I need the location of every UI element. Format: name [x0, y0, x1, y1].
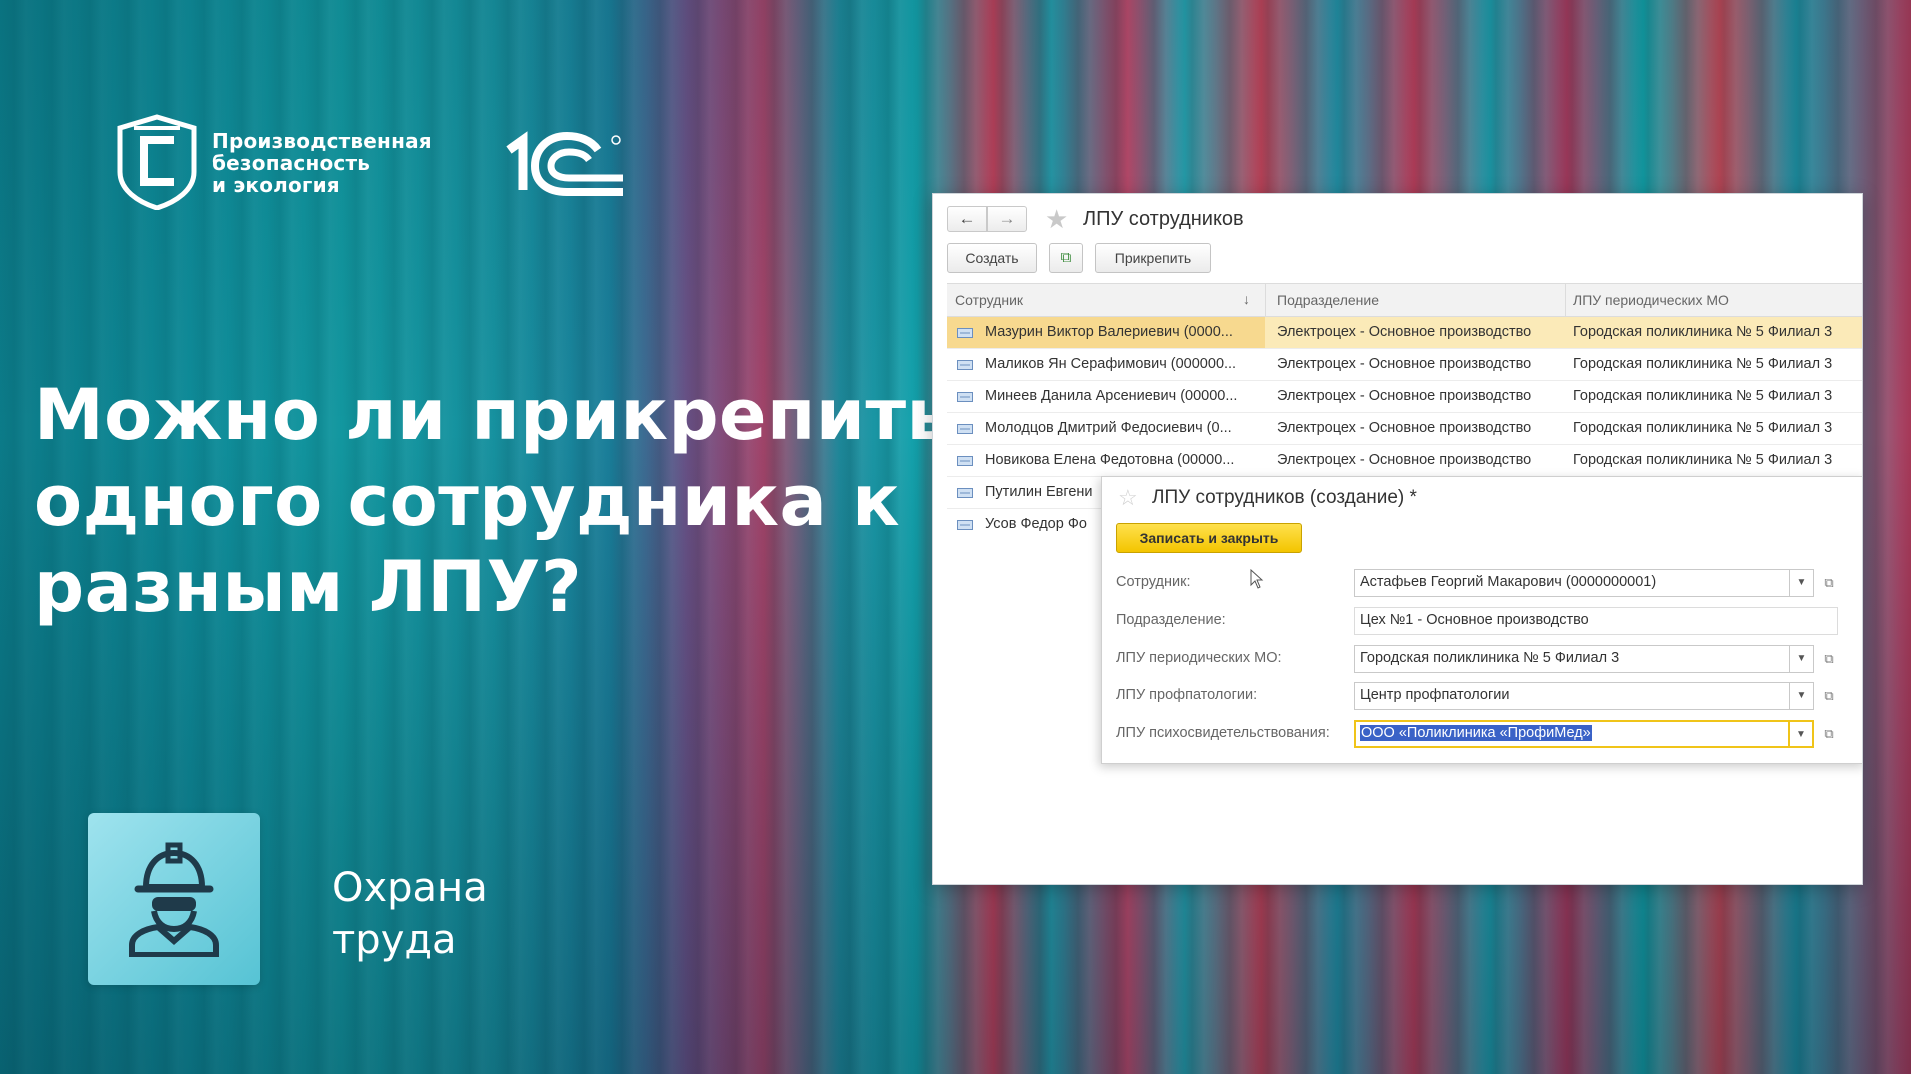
cell-lpu: Городская поликлиника № 5 Филиал 3 [1573, 452, 1833, 468]
favorite-star-icon[interactable]: ★ [1045, 204, 1068, 234]
worker-helmet-icon [129, 842, 219, 957]
chevron-down-icon[interactable]: ▼ [1790, 569, 1814, 597]
cell-department: Электроцех - Основное производство [1277, 452, 1532, 468]
cell-lpu: Городская поликлиника № 5 Филиал 3 [1573, 420, 1833, 436]
table-row[interactable]: Новикова Елена Федотовна (00000... Элект… [947, 445, 1862, 477]
cell-employee: Маликов Ян Серафимович (000000... [985, 356, 1237, 372]
headline-line-1: Можно ли прикрепить [34, 374, 952, 456]
record-icon [957, 424, 973, 434]
field-label: ЛПУ периодических МО: [1116, 650, 1282, 666]
field-label: Сотрудник: [1116, 574, 1191, 590]
lpu-profpathology-input[interactable]: Центр профпатологии [1354, 682, 1790, 710]
copy-button[interactable]: ⧉ [1049, 243, 1083, 273]
cell-department: Электроцех - Основное производство [1277, 388, 1532, 404]
brand-logo: Производственная безопасность и экология [114, 114, 434, 214]
field-lpu-profpathology: ЛПУ профпатологии: Центр профпатологии ▼… [1116, 682, 1856, 710]
open-icon[interactable]: ⧉ [1820, 725, 1838, 743]
brand-line-1: Производственная [212, 129, 432, 153]
brand-line-3: и экология [212, 173, 340, 197]
field-department: Подразделение: Цех №1 - Основное произво… [1116, 607, 1856, 635]
back-button[interactable]: ← [947, 206, 987, 232]
window-title: ЛПУ сотрудников [1083, 208, 1244, 230]
headline-line-2: одного сотрудника к [34, 460, 901, 542]
save-and-close-button[interactable]: Записать и закрыть [1116, 523, 1302, 553]
headline: Можно ли прикрепить одного сотрудника к … [34, 372, 952, 630]
employee-input[interactable]: Астафьев Георгий Макарович (0000000001) [1354, 569, 1790, 597]
logo-1c-icon [506, 131, 623, 196]
sort-arrow-icon: ↓ [1243, 291, 1250, 307]
cell-employee: Мазурин Виктор Валериевич (0000... [947, 317, 1265, 348]
record-icon [957, 392, 973, 402]
chevron-down-icon[interactable]: ▼ [1790, 682, 1814, 710]
selected-text: ООО «Поликлиника «ПрофиМед» [1360, 725, 1592, 741]
cell-employee: Молодцов Дмитрий Федосиевич (0... [985, 420, 1232, 436]
headline-line-3: разным ЛПУ? [34, 546, 583, 628]
open-icon[interactable]: ⧉ [1820, 574, 1838, 592]
record-icon [957, 360, 973, 370]
attach-button[interactable]: Прикрепить [1095, 243, 1211, 273]
open-icon[interactable]: ⧉ [1820, 650, 1838, 668]
topic-line-1: Охрана [332, 865, 488, 911]
table-row[interactable]: Минеев Данила Арсениевич (00000... Элект… [947, 381, 1862, 413]
app-window: ← → ★ ЛПУ сотрудников Создать ⧉ Прикрепи… [932, 193, 1863, 885]
field-label: ЛПУ психосвидетельствования: [1116, 725, 1330, 741]
forward-button[interactable]: → [987, 206, 1027, 232]
record-icon [957, 456, 973, 466]
cell-department: Электроцех - Основное производство [1277, 420, 1532, 436]
shield-logo-icon [117, 114, 197, 210]
topic-line-2: труда [332, 917, 457, 963]
cell-department: Электроцех - Основное производство [1277, 356, 1532, 372]
brand-logo-text: Производственная безопасность и экология [212, 130, 432, 196]
field-employee: Сотрудник: Астафьев Георгий Макарович (0… [1116, 569, 1856, 597]
column-lpu[interactable]: ЛПУ периодических МО [1573, 292, 1729, 308]
table-header: Сотрудник ↓ Подразделение ЛПУ периодичес… [947, 283, 1862, 318]
open-icon[interactable]: ⧉ [1820, 687, 1838, 705]
cell-department: Электроцех - Основное производство [1277, 324, 1532, 340]
create-dialog: ☆ ЛПУ сотрудников (создание) * Записать … [1101, 476, 1862, 764]
record-icon [957, 520, 973, 530]
field-label: ЛПУ профпатологии: [1116, 687, 1258, 703]
field-label: Подразделение: [1116, 612, 1226, 628]
field-lpu-periodic: ЛПУ периодических МО: Городская поликлин… [1116, 645, 1856, 673]
cell-lpu: Городская поликлиника № 5 Филиал 3 [1573, 324, 1833, 340]
topic-tile [88, 813, 260, 985]
column-department[interactable]: Подразделение [1277, 292, 1379, 308]
department-input[interactable]: Цех №1 - Основное производство [1354, 607, 1838, 635]
table-row[interactable]: Маликов Ян Серафимович (000000... Электр… [947, 349, 1862, 381]
record-icon [957, 488, 973, 498]
topic-label: Охрана труда [332, 862, 488, 966]
chevron-down-icon[interactable]: ▼ [1790, 645, 1814, 673]
copy-icon: ⧉ [1060, 249, 1072, 266]
column-employee[interactable]: Сотрудник [955, 292, 1023, 308]
record-icon [957, 328, 973, 338]
window-header: ← → ★ ЛПУ сотрудников [947, 204, 1827, 234]
chevron-down-icon[interactable]: ▼ [1790, 720, 1814, 748]
table-row[interactable]: Мазурин Виктор Валериевич (0000... Элект… [947, 317, 1862, 349]
toolbar: Создать ⧉ Прикрепить [947, 243, 1447, 273]
mouse-cursor-icon [1250, 569, 1264, 589]
lpu-psych-input[interactable]: ООО «Поликлиника «ПрофиМед» [1354, 720, 1790, 748]
dialog-title: ЛПУ сотрудников (создание) * [1152, 487, 1417, 508]
dialog-favorite-star-icon[interactable]: ☆ [1118, 485, 1138, 511]
lpu-periodic-input[interactable]: Городская поликлиника № 5 Филиал 3 [1354, 645, 1790, 673]
table-row[interactable]: Молодцов Дмитрий Федосиевич (0... Электр… [947, 413, 1862, 445]
brand-line-2: безопасность [212, 151, 371, 175]
cell-employee: Новикова Елена Федотовна (00000... [985, 452, 1235, 468]
cell-lpu: Городская поликлиника № 5 Филиал 3 [1573, 356, 1833, 372]
cell-lpu: Городская поликлиника № 5 Филиал 3 [1573, 388, 1833, 404]
create-button[interactable]: Создать [947, 243, 1037, 273]
field-lpu-psych: ЛПУ психосвидетельствования: ООО «Поликл… [1116, 720, 1856, 748]
cell-employee: Минеев Данила Арсениевич (00000... [985, 388, 1238, 404]
